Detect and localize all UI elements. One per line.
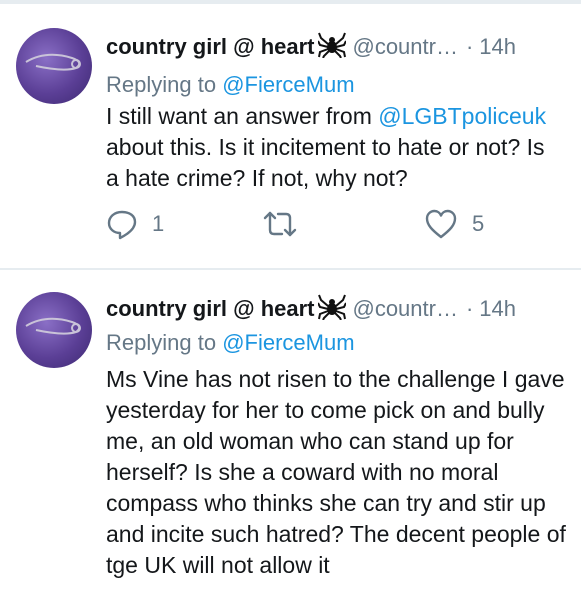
reply-icon — [106, 208, 138, 240]
tweet-text-line: yesterday for her to come pick on and bu… — [106, 397, 545, 423]
replying-to-link[interactable]: @FierceMum — [222, 330, 354, 355]
replying-prefix: Replying to — [106, 330, 217, 355]
heart-icon — [424, 208, 458, 240]
like-button[interactable]: 5 — [424, 208, 484, 240]
tweet-text-line: tge UK will not allow it — [106, 552, 330, 578]
avatar[interactable] — [16, 28, 92, 104]
timestamp[interactable]: 14h — [479, 296, 516, 321]
author-handle[interactable]: @countr… — [352, 296, 457, 321]
safety-pin-icon — [25, 53, 81, 71]
like-count: 5 — [472, 211, 485, 236]
tweet-header: country girl @ heart @countr… · 14h — [106, 294, 516, 328]
tweet-text-line: compass who thinks she can try and stir … — [106, 490, 546, 516]
tweet[interactable]: country girl @ heart @countr… · 14h Replyi… — [0, 0, 581, 268]
tweet[interactable]: country girl @ heart @countr… · 14h Replyi… — [0, 270, 581, 600]
tweet-text: Ms Vine has not risen to the challenge I… — [106, 364, 581, 581]
replying-to: Replying to @FierceMum — [106, 330, 355, 356]
separator-dot: · — [465, 295, 474, 321]
tweet-header: country girl @ heart @countr… · 14h — [106, 32, 516, 66]
tweet-text-line: about this. Is it incitement to hate or … — [106, 134, 545, 160]
retweet-button[interactable] — [262, 208, 298, 240]
tweet-actions: 1 5 — [106, 208, 576, 244]
tweet-text-line: a hate crime? If not, why not? — [106, 165, 408, 191]
text-segment: I still want an answer from — [106, 103, 379, 129]
author-handle[interactable]: @countr… — [352, 34, 457, 59]
tweet-text: I still want an answer from @LGBTpoliceu… — [106, 101, 581, 194]
author-name[interactable]: country girl @ heart — [106, 296, 314, 321]
spider-icon — [317, 294, 348, 326]
replying-to: Replying to @FierceMum — [106, 72, 355, 98]
reply-button[interactable]: 1 — [106, 208, 164, 240]
reply-count: 1 — [152, 211, 165, 236]
replying-to-link[interactable]: @FierceMum — [222, 72, 354, 97]
safety-pin-icon — [25, 317, 81, 335]
tweet-text-line: me, an old woman who can stand up for — [106, 428, 514, 454]
timestamp[interactable]: 14h — [479, 34, 516, 59]
tweet-text-line: and incite such hatred? The decent peopl… — [106, 521, 566, 547]
spider-icon — [317, 32, 348, 64]
separator-dot: · — [465, 33, 474, 59]
author-name[interactable]: country girl @ heart — [106, 34, 314, 59]
tweet-text-line: I still want an answer from @LGBTpoliceu… — [106, 101, 581, 132]
tweet-text-line: Ms Vine has not risen to the challenge I… — [106, 366, 565, 392]
tweet-text-line: herself? Is she a coward with no moral — [106, 459, 499, 485]
mention-link[interactable]: @LGBTpoliceuk — [378, 103, 546, 129]
retweet-icon — [262, 208, 298, 240]
avatar[interactable] — [16, 292, 92, 368]
replying-prefix: Replying to — [106, 72, 217, 97]
